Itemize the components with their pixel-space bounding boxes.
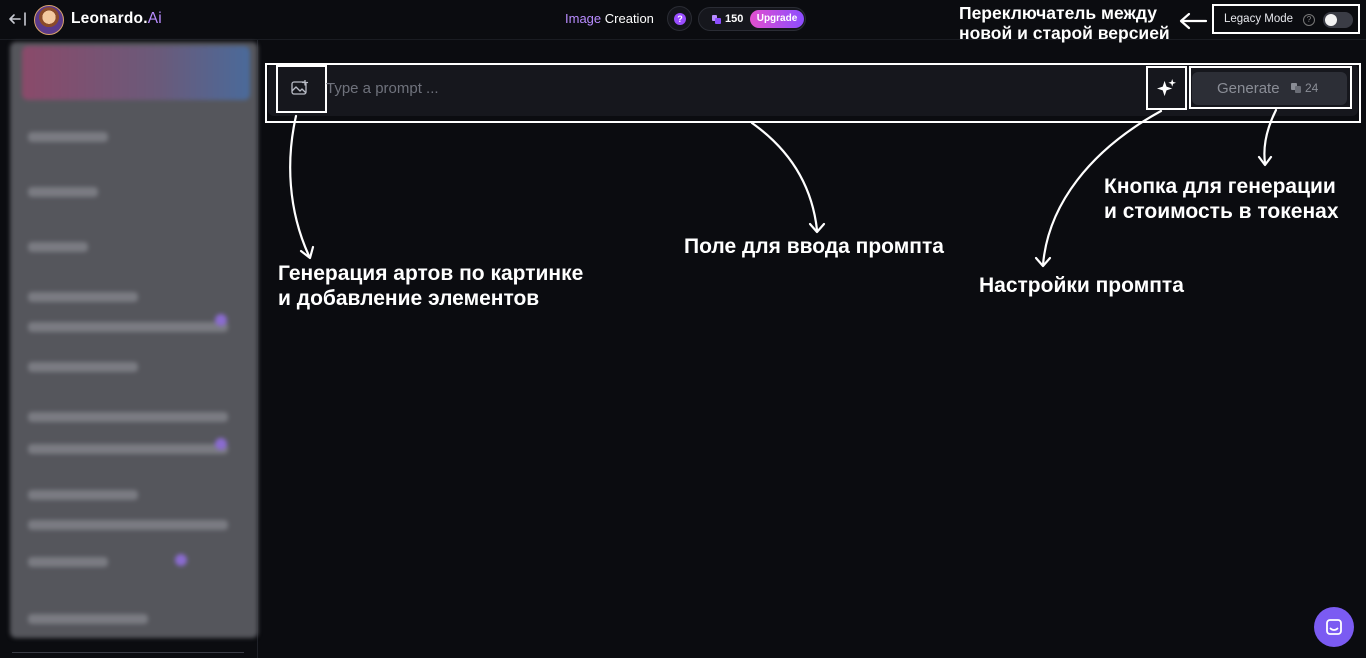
support-chat-button[interactable] bbox=[1314, 607, 1354, 647]
legacy-mode-control: Legacy Mode ? bbox=[1212, 4, 1360, 34]
help-button[interactable]: ? bbox=[667, 6, 692, 31]
sidebar-row[interactable] bbox=[28, 520, 228, 530]
sidebar-row[interactable] bbox=[28, 322, 228, 332]
legacy-help-icon[interactable]: ? bbox=[1303, 14, 1315, 26]
chat-bubble-icon bbox=[1326, 619, 1342, 635]
app-logo-text[interactable]: Leonardo.Ai bbox=[71, 10, 162, 28]
sidebar-divider bbox=[12, 652, 244, 653]
token-coin-icon bbox=[1291, 83, 1301, 93]
token-coin-icon bbox=[712, 15, 721, 24]
collapse-sidebar-icon[interactable] bbox=[8, 9, 28, 29]
sidebar-row[interactable] bbox=[28, 187, 98, 197]
annotation-generate-line1: Кнопка для генерации bbox=[1104, 175, 1336, 198]
generate-cost: 24 bbox=[1305, 81, 1319, 95]
annotation-image-guidance: Генерация артов по картинке и добавление… bbox=[278, 261, 583, 311]
toggle-knob bbox=[1325, 14, 1337, 26]
page-title: Image Creation bbox=[565, 11, 654, 26]
legacy-mode-toggle[interactable] bbox=[1323, 12, 1353, 28]
annotation-generate-line2: и стоимость в токенах bbox=[1104, 200, 1339, 223]
annotation-prompt-field: Поле для ввода промпта bbox=[684, 235, 944, 258]
sidebar-blurred-panel bbox=[10, 42, 258, 638]
sidebar-row[interactable] bbox=[28, 614, 148, 624]
settings-sidebar bbox=[0, 40, 258, 658]
sidebar-dot bbox=[215, 438, 227, 450]
annotation-generate: Кнопка для генерации и стоимость в токен… bbox=[1104, 174, 1339, 224]
sidebar-row bbox=[28, 292, 138, 302]
sidebar-dot bbox=[215, 314, 227, 326]
sidebar-row bbox=[28, 557, 108, 567]
annotation-settings: Настройки промпта bbox=[979, 274, 1184, 297]
prompt-input[interactable] bbox=[326, 76, 1106, 100]
help-icon: ? bbox=[674, 13, 686, 25]
generate-button[interactable]: Generate 24 bbox=[1192, 72, 1347, 105]
legacy-mode-label: Legacy Mode bbox=[1224, 13, 1294, 25]
token-count: 150 bbox=[725, 13, 744, 25]
annotation-legacy-line2: новой и старой версией bbox=[959, 23, 1170, 43]
annotation-image-line2: и добавление элементов bbox=[278, 287, 540, 310]
sidebar-row[interactable] bbox=[28, 132, 108, 142]
annotation-image-line1: Генерация артов по картинке bbox=[278, 262, 584, 285]
sidebar-dot bbox=[175, 554, 187, 566]
arrow-prompt-field bbox=[750, 121, 826, 234]
annotation-legacy: Переключатель между новой и старой верси… bbox=[959, 3, 1170, 43]
app-name: Leonardo. bbox=[71, 10, 148, 27]
sidebar-row[interactable] bbox=[28, 242, 88, 252]
upgrade-button[interactable]: Upgrade bbox=[750, 10, 804, 28]
sidebar-row bbox=[28, 490, 138, 500]
page-title-main: Creation bbox=[604, 11, 654, 26]
model-card[interactable] bbox=[22, 46, 250, 100]
token-balance: 150 Upgrade bbox=[698, 7, 806, 31]
sidebar-row bbox=[28, 362, 138, 372]
app-name-suffix: Ai bbox=[147, 10, 162, 27]
sidebar-row[interactable] bbox=[28, 444, 228, 454]
page-title-prefix: Image bbox=[565, 11, 602, 26]
image-plus-icon[interactable] bbox=[291, 80, 309, 96]
generate-label: Generate bbox=[1217, 80, 1280, 97]
arrow-image-guidance bbox=[289, 114, 315, 260]
logo-avatar[interactable] bbox=[34, 5, 64, 35]
annotation-legacy-line1: Переключатель между bbox=[959, 3, 1157, 23]
sidebar-row[interactable] bbox=[28, 412, 228, 422]
sparkle-icon[interactable] bbox=[1157, 79, 1176, 98]
